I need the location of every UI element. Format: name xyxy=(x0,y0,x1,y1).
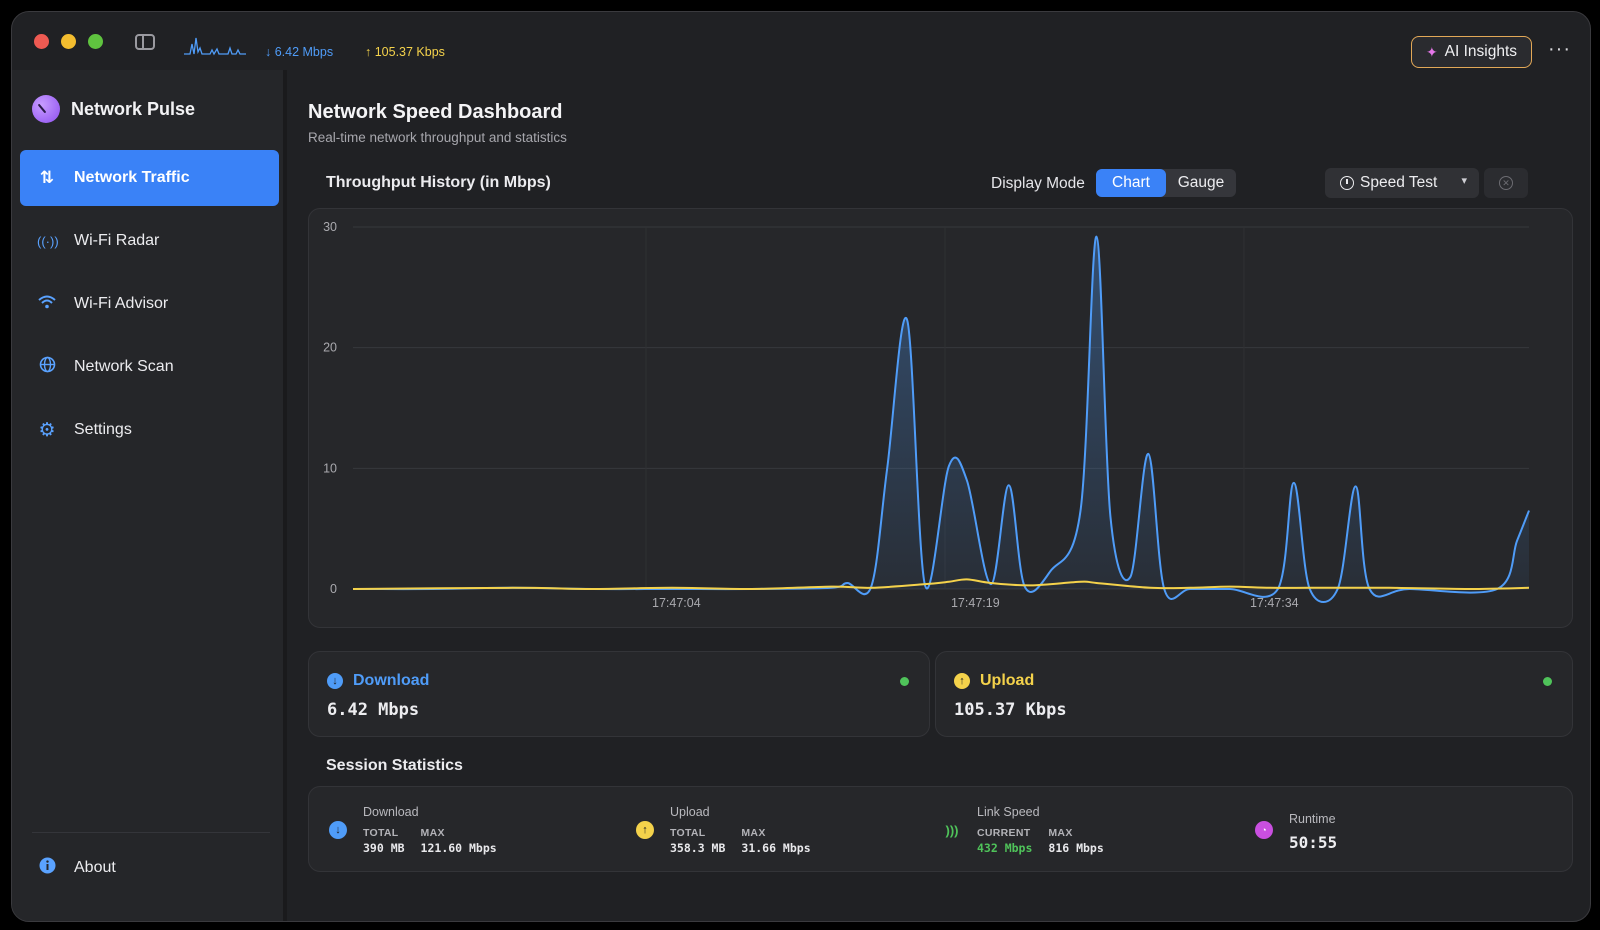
session-statistics-title: Session Statistics xyxy=(326,757,463,774)
stat-download-max-key: MAX xyxy=(420,827,445,839)
mode-gauge-button[interactable]: Gauge xyxy=(1166,169,1236,197)
display-mode-label: Display Mode xyxy=(991,175,1085,192)
stat-upload-title: Upload xyxy=(670,805,710,819)
stat-link-max: 816 Mbps xyxy=(1048,841,1104,855)
sidebar-item-label: Settings xyxy=(74,421,132,438)
sidebar: Network Pulse ⇅ Network Traffic ((·)) Wi… xyxy=(12,70,287,921)
stat-upload-total: 358.3 MB xyxy=(670,841,726,855)
globe-icon xyxy=(37,356,57,378)
speed-test-label: Speed Test xyxy=(1360,174,1438,191)
info-icon xyxy=(37,857,57,879)
antenna-icon: ((·)) xyxy=(37,233,59,249)
app-name: Network Pulse xyxy=(71,98,196,119)
sidebar-item-label: About xyxy=(74,859,116,876)
upload-card-value: 105.37 Kbps xyxy=(954,700,1067,720)
app-logo-icon xyxy=(32,95,60,123)
signal-waves-icon: ))) xyxy=(945,822,959,838)
throughput-title: Throughput History (in Mbps) xyxy=(326,174,551,191)
throughput-chart-card: 0 10 20 30 17:47:04 17:47:19 17:47:34 xyxy=(308,208,1573,628)
upload-card: ↑ Upload 105.37 Kbps xyxy=(935,651,1573,737)
stat-download-total: 390 MB xyxy=(363,841,405,855)
clock-icon xyxy=(1340,176,1354,190)
stat-upload-total-key: TOTAL xyxy=(670,827,706,839)
chevron-down-icon[interactable]: ▾ xyxy=(1461,174,1467,187)
download-card-value: 6.42 Mbps xyxy=(327,700,420,720)
minimize-window-button[interactable] xyxy=(61,34,76,49)
main-content: Network Speed Dashboard Real-time networ… xyxy=(291,70,1590,921)
title-bar: ↓ 6.42 Mbps ↑ 105.37 Kbps ✦ AI Insights … xyxy=(12,12,1590,70)
app-window: ↓ 6.42 Mbps ↑ 105.37 Kbps ✦ AI Insights … xyxy=(11,11,1591,922)
download-area xyxy=(353,236,1529,603)
sidebar-divider xyxy=(32,832,270,833)
download-card-label: Download xyxy=(353,672,430,689)
sidebar-item-about[interactable]: About xyxy=(20,840,279,896)
y-tick-label: 10 xyxy=(323,461,337,475)
x-tick-label: 17:47:04 xyxy=(652,596,701,610)
download-arrow-icon: ↓ xyxy=(329,821,347,839)
y-tick-label: 30 xyxy=(323,220,337,234)
sidebar-toggle-icon[interactable] xyxy=(135,34,155,50)
titlebar-download-rate: ↓ 6.42 Mbps xyxy=(265,45,334,59)
sidebar-item-wifi-radar[interactable]: ((·)) Wi-Fi Radar xyxy=(20,213,279,269)
sidebar-nav: ⇅ Network Traffic ((·)) Wi-Fi Radar Wi-F… xyxy=(20,150,279,465)
session-statistics-card: ↓ Download TOTAL 390 MB MAX 121.60 Mbps ↑ … xyxy=(308,786,1573,872)
clock-icon: ◔ xyxy=(1255,821,1273,839)
mini-sparkline-icon xyxy=(184,37,246,56)
upload-live-indicator xyxy=(1543,677,1552,686)
arrows-up-down-icon: ⇅ xyxy=(39,168,55,187)
display-mode-segmented-control: Chart Gauge xyxy=(1096,169,1236,197)
sidebar-item-label: Network Scan xyxy=(74,358,174,375)
upload-arrow-icon: ↑ xyxy=(954,673,970,689)
cancel-speed-test-button[interactable]: ✕ xyxy=(1484,168,1528,198)
stat-download-max: 121.60 Mbps xyxy=(420,841,497,855)
stat-link-current: 432 Mbps xyxy=(977,841,1033,855)
close-circle-icon: ✕ xyxy=(1499,176,1513,190)
gear-icon: ⚙ xyxy=(38,419,56,441)
sidebar-item-settings[interactable]: ⚙ Settings xyxy=(20,402,279,458)
stat-runtime-value: 50:55 xyxy=(1289,833,1338,852)
ai-insights-button[interactable]: ✦ AI Insights xyxy=(1411,36,1532,68)
sidebar-item-network-scan[interactable]: Network Scan xyxy=(20,339,279,395)
download-live-indicator xyxy=(900,677,909,686)
sidebar-item-label: Network Traffic xyxy=(74,169,190,186)
upload-card-label: Upload xyxy=(980,672,1035,689)
stat-upload-max: 31.66 Mbps xyxy=(741,841,811,855)
ai-insights-label: AI Insights xyxy=(1444,43,1518,60)
stat-upload-max-key: MAX xyxy=(741,827,766,839)
upload-arrow-icon: ↑ xyxy=(636,821,654,839)
stat-download-title: Download xyxy=(363,805,419,819)
sidebar-item-label: Wi-Fi Radar xyxy=(74,232,160,249)
more-options-icon[interactable]: ··· xyxy=(1548,38,1571,61)
stat-download-total-key: TOTAL xyxy=(363,827,399,839)
stat-runtime-title: Runtime xyxy=(1289,812,1336,826)
page-subtitle: Real-time network throughput and statist… xyxy=(308,130,567,145)
sidebar-item-label: Wi-Fi Advisor xyxy=(74,295,169,312)
y-tick-label: 20 xyxy=(323,341,337,355)
zoom-window-button[interactable] xyxy=(88,34,103,49)
y-tick-label: 0 xyxy=(330,582,337,596)
close-window-button[interactable] xyxy=(34,34,49,49)
page-title: Network Speed Dashboard xyxy=(308,101,563,123)
upload-card-header: ↑ Upload xyxy=(954,672,1034,690)
wifi-icon xyxy=(37,294,57,314)
download-arrow-icon: ↓ xyxy=(327,673,343,689)
x-tick-label: 17:47:34 xyxy=(1250,596,1299,610)
sparkle-icon: ✦ xyxy=(1425,43,1438,60)
stat-link-title: Link Speed xyxy=(977,805,1040,819)
titlebar-upload-rate: ↑ 105.37 Kbps xyxy=(365,45,445,59)
speed-test-button[interactable]: Speed Test ▾ xyxy=(1325,168,1479,198)
stat-link-current-key: CURRENT xyxy=(977,827,1031,839)
x-tick-label: 17:47:19 xyxy=(951,596,1000,610)
stat-link-max-key: MAX xyxy=(1048,827,1073,839)
throughput-chart: 0 10 20 30 17:47:04 17:47:19 17:47:34 xyxy=(323,220,1530,610)
sidebar-about: About xyxy=(20,840,279,903)
mode-chart-button[interactable]: Chart xyxy=(1096,169,1166,197)
download-card: ↓ Download 6.42 Mbps xyxy=(308,651,930,737)
download-card-header: ↓ Download xyxy=(327,672,429,690)
app-header: Network Pulse xyxy=(32,95,195,123)
sidebar-item-wifi-advisor[interactable]: Wi-Fi Advisor xyxy=(20,276,279,332)
sidebar-item-network-traffic[interactable]: ⇅ Network Traffic xyxy=(20,150,279,206)
